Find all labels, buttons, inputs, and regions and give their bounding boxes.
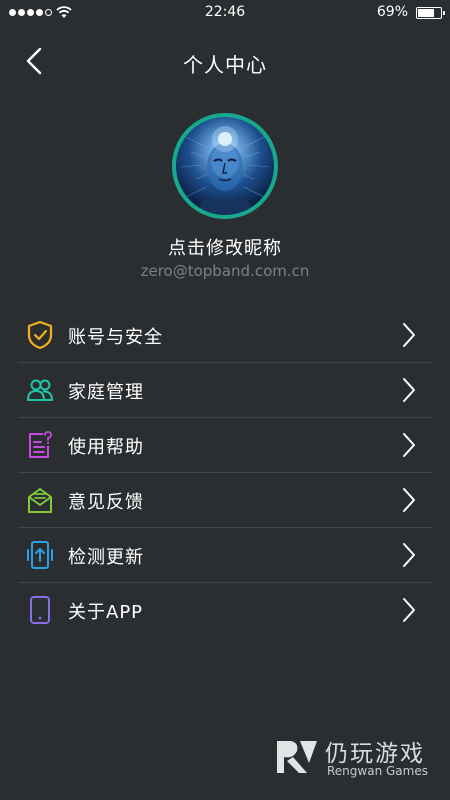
update-check-icon (27, 541, 53, 569)
rengwan-logo-icon (277, 741, 317, 773)
menu-item-label: 使用帮助 (68, 437, 144, 458)
battery-percent: 69% (376, 4, 408, 20)
watermark-name: 仍玩游戏 (325, 741, 425, 767)
menu-item-label: 检测更新 (68, 547, 144, 568)
menu-item-check-update[interactable]: 检测更新 (18, 528, 433, 583)
navigation-bar: 个人中心 (0, 40, 450, 84)
menu-item-label: 意见反馈 (68, 492, 144, 513)
chevron-right-icon (403, 323, 415, 347)
chevron-right-icon (403, 433, 415, 457)
menu-item-label: 关于APP (68, 602, 144, 623)
status-bar: 22:46 69% (0, 0, 450, 26)
family-icon (27, 379, 53, 401)
help-document-icon (29, 431, 52, 458)
chevron-right-icon (403, 378, 415, 402)
page-title: 个人中心 (183, 53, 267, 77)
menu-item-family-management[interactable]: 家庭管理 (18, 363, 433, 418)
battery-icon (416, 7, 445, 19)
menu-item-about-app[interactable]: 关于APP (18, 583, 433, 638)
nickname-edit-link[interactable]: 点击修改昵称 (0, 234, 450, 260)
feedback-envelope-icon (28, 488, 52, 513)
watermark: 仍玩游戏 Rengwan Games (273, 732, 443, 782)
chevron-right-icon (403, 488, 415, 512)
menu-item-label: 家庭管理 (68, 382, 144, 403)
phone-about-icon (30, 596, 50, 624)
menu-item-feedback[interactable]: 意见反馈 (18, 473, 433, 528)
shield-check-icon (27, 320, 53, 350)
chevron-right-icon (403, 543, 415, 567)
settings-menu: 账号与安全 家庭管理 使用帮助 意见反馈 检测更新 关于APP (18, 308, 433, 638)
menu-item-label: 账号与安全 (68, 327, 163, 348)
menu-item-help[interactable]: 使用帮助 (18, 418, 433, 473)
chevron-right-icon (403, 598, 415, 622)
watermark-subtitle: Rengwan Games (327, 764, 428, 778)
menu-item-account-security[interactable]: 账号与安全 (18, 308, 433, 363)
avatar-face-image (180, 126, 270, 215)
avatar[interactable] (172, 113, 278, 219)
user-email: zero@topband.com.cn (140, 262, 310, 280)
